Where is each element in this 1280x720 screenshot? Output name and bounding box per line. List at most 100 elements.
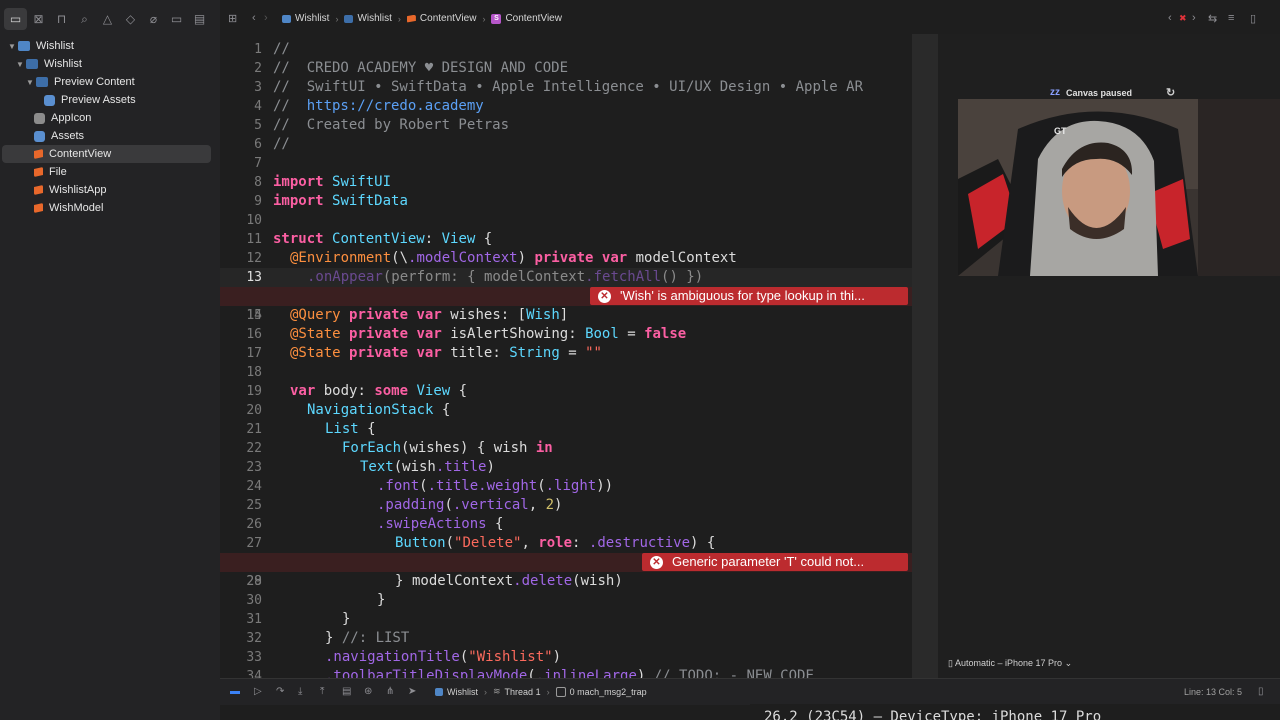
code-line: 5// Created by Robert Petras	[254, 117, 510, 133]
credo-link[interactable]: https://credo.academy	[307, 98, 484, 114]
code-line: 21 List {	[246, 421, 376, 437]
struct-icon: S	[491, 13, 502, 24]
project-icon	[18, 41, 30, 51]
error-badge[interactable]: ✕ 'Wish' is ambiguous for type lookup in…	[590, 287, 908, 305]
jumpbar-project[interactable]: Wishlist	[282, 13, 329, 24]
jumpbar-folder[interactable]: Wishlist	[344, 13, 392, 24]
code-editor[interactable]: 1// 2// CREDO ACADEMY ♥ DESIGN AND CODE …	[220, 38, 912, 678]
code-line: 30}	[246, 592, 386, 608]
svg-text:GT: GT	[1054, 126, 1067, 136]
code-line: 20 NavigationStack {	[246, 402, 451, 418]
tree-item-preview-content[interactable]: ▼ Preview Content	[2, 73, 213, 91]
tree-item-wishlist-folder[interactable]: ▼ Wishlist	[2, 55, 213, 73]
chevron-down-icon: ⌄	[1064, 658, 1073, 668]
jumpbar-file[interactable]: ContentView	[406, 13, 476, 24]
cursor-position: Line: 13 Col: 5	[1183, 687, 1242, 697]
device-picker[interactable]: ▯ Automatic – iPhone 17 Pro ⌄	[948, 658, 1072, 669]
bookmark-icon[interactable]: ⊓	[50, 8, 73, 30]
project-navigator: ▭ ⊠ ⊓ ⌕ △ ◇ ⌀ ▭ ▤ ▼ Wishlist ▼ Wishlist …	[0, 0, 220, 720]
refresh-icon[interactable]: ↻	[1166, 86, 1175, 99]
environment-icon[interactable]: ⋔	[386, 686, 394, 697]
code-line: 17 @State private var title: String = ""	[246, 345, 602, 361]
related-items-icon[interactable]: ⇆	[1208, 12, 1217, 25]
swift-file-icon	[406, 14, 416, 23]
code-line: 27 Button("Delete", role: .destructive) {	[246, 535, 716, 551]
code-line-current: 13 .onAppear(perform: { modelContext.fetc…	[220, 268, 912, 287]
presenter-video-frame: GT	[958, 99, 1280, 276]
navigator-toolbar: ▭ ⊠ ⊓ ⌕ △ ◇ ⌀ ▭ ▤	[0, 0, 220, 38]
webcam-overlay: GT	[958, 99, 1280, 276]
code-line: 9 import SwiftData	[254, 193, 408, 209]
breakpoint-icon[interactable]: ▭	[165, 8, 188, 30]
location-icon[interactable]: ➤	[408, 686, 416, 697]
chevron-left-icon[interactable]: ‹	[1168, 12, 1172, 24]
code-line: 12 @Environment(\.modelContext) private v…	[246, 250, 737, 266]
chevron-right-icon: ›	[397, 13, 401, 24]
tree-item-wishlistapp[interactable]: WishlistApp	[2, 181, 213, 199]
tree-item-file[interactable]: File	[2, 163, 213, 181]
tree-item-contentview[interactable]: ContentView	[2, 145, 211, 163]
warning-icon[interactable]: △	[96, 8, 119, 30]
memory-graph-icon[interactable]: ⊛	[364, 686, 372, 697]
tree-item-wishlist-project[interactable]: ▼ Wishlist	[2, 37, 215, 55]
error-indicator-icon[interactable]: ✖	[1179, 13, 1187, 24]
code-line: 11 struct ContentView: View {	[246, 231, 493, 247]
code-line: 25 .padding(.vertical, 2)	[246, 497, 563, 513]
swift-file-icon	[34, 203, 43, 213]
code-line: 2// CREDO ACADEMY ♥ DESIGN AND CODE	[254, 60, 569, 76]
code-line: 33 .navigationTitle("Wishlist")	[246, 649, 562, 665]
step-into-icon[interactable]: ⤓	[298, 686, 302, 697]
code-line: 34 .toolbarTitleDisplayMode(.inlineLarge)…	[246, 668, 814, 678]
code-line: 3// SwiftUI • SwiftData • Apple Intellig…	[254, 79, 864, 95]
code-line: 1//	[254, 41, 290, 57]
code-line-error: 28 modelContext.delete(wish) ✕ Generic pa…	[220, 553, 912, 589]
debug-icon[interactable]: ⌀	[142, 8, 165, 30]
report-icon[interactable]: ▤	[188, 8, 211, 30]
code-line: 22 ForEach(wishes) { wish in	[246, 440, 553, 456]
editor-scroll-gutter[interactable]	[912, 34, 938, 678]
test-icon[interactable]: ◇	[119, 8, 142, 30]
code-line: 32} //: LIST	[246, 630, 410, 646]
chevron-down-icon[interactable]: ▼	[24, 78, 36, 87]
tree-item-wishmodel[interactable]: WishModel	[2, 199, 213, 217]
jump-bar: Wishlist › Wishlist › ContentView › S Con…	[282, 13, 562, 24]
code-line: 15	[246, 308, 262, 323]
chevron-down-icon[interactable]: ▼	[6, 42, 18, 51]
canvas-toggle-icon[interactable]: ≡	[1228, 12, 1234, 24]
code-line: 10	[246, 213, 262, 228]
chevron-right-icon: ›	[546, 686, 550, 697]
step-out-icon[interactable]: ⤒	[320, 686, 324, 697]
debug-bar: ▬ ▷ ↷ ⤓ ⤒ ▤ ⊛ ⋔ ➤ Wishlist › ≋ Thread 1 …	[220, 678, 1280, 705]
tree-item-assets[interactable]: Assets	[2, 127, 213, 145]
grid-icon[interactable]: ⊞	[228, 12, 237, 25]
swift-file-icon	[34, 149, 43, 159]
folder-icon	[36, 77, 48, 87]
search-icon[interactable]: ⌕	[73, 8, 96, 30]
folder-icon[interactable]: ▭	[4, 8, 27, 30]
debug-breadcrumb: Wishlist › ≋ Thread 1 › 0 mach_msg2_trap	[435, 686, 647, 697]
error-icon: ✕	[650, 555, 663, 569]
tree-item-preview-assets[interactable]: Preview Assets	[2, 91, 213, 109]
source-control-icon[interactable]: ⊠	[27, 8, 50, 30]
split-editor-icon[interactable]: ▯	[1250, 12, 1256, 25]
jumpbar-symbol[interactable]: S ContentView	[491, 13, 562, 24]
view-hierarchy-icon[interactable]: ▤	[342, 686, 351, 697]
step-over-icon[interactable]: ↷	[276, 686, 284, 697]
project-icon	[282, 14, 291, 23]
sleep-icon: zz	[1050, 87, 1060, 98]
chevron-down-icon[interactable]: ▼	[14, 60, 26, 69]
error-badge[interactable]: ✕ Generic parameter 'T' could not...	[642, 553, 908, 571]
toggle-console-icon[interactable]: ▬	[230, 686, 240, 697]
continue-icon[interactable]: ▷	[254, 686, 262, 697]
chevron-right-icon[interactable]: ›	[1192, 12, 1196, 24]
split-view-icon[interactable]: ▯	[1258, 686, 1264, 697]
swift-file-icon	[34, 167, 43, 177]
chevron-left-icon[interactable]: ‹	[252, 12, 256, 24]
tree-item-appicon[interactable]: AppIcon	[2, 109, 213, 127]
folder-icon	[26, 59, 38, 69]
chevron-right-icon[interactable]: ›	[264, 12, 268, 24]
canvas-paused-banner: zz Canvas paused ↻	[1050, 86, 1176, 99]
code-line: 26 .swipeActions {	[246, 516, 504, 532]
app-icon-icon	[34, 112, 45, 124]
code-line: 24 .font(.title.weight(.light))	[246, 478, 614, 494]
